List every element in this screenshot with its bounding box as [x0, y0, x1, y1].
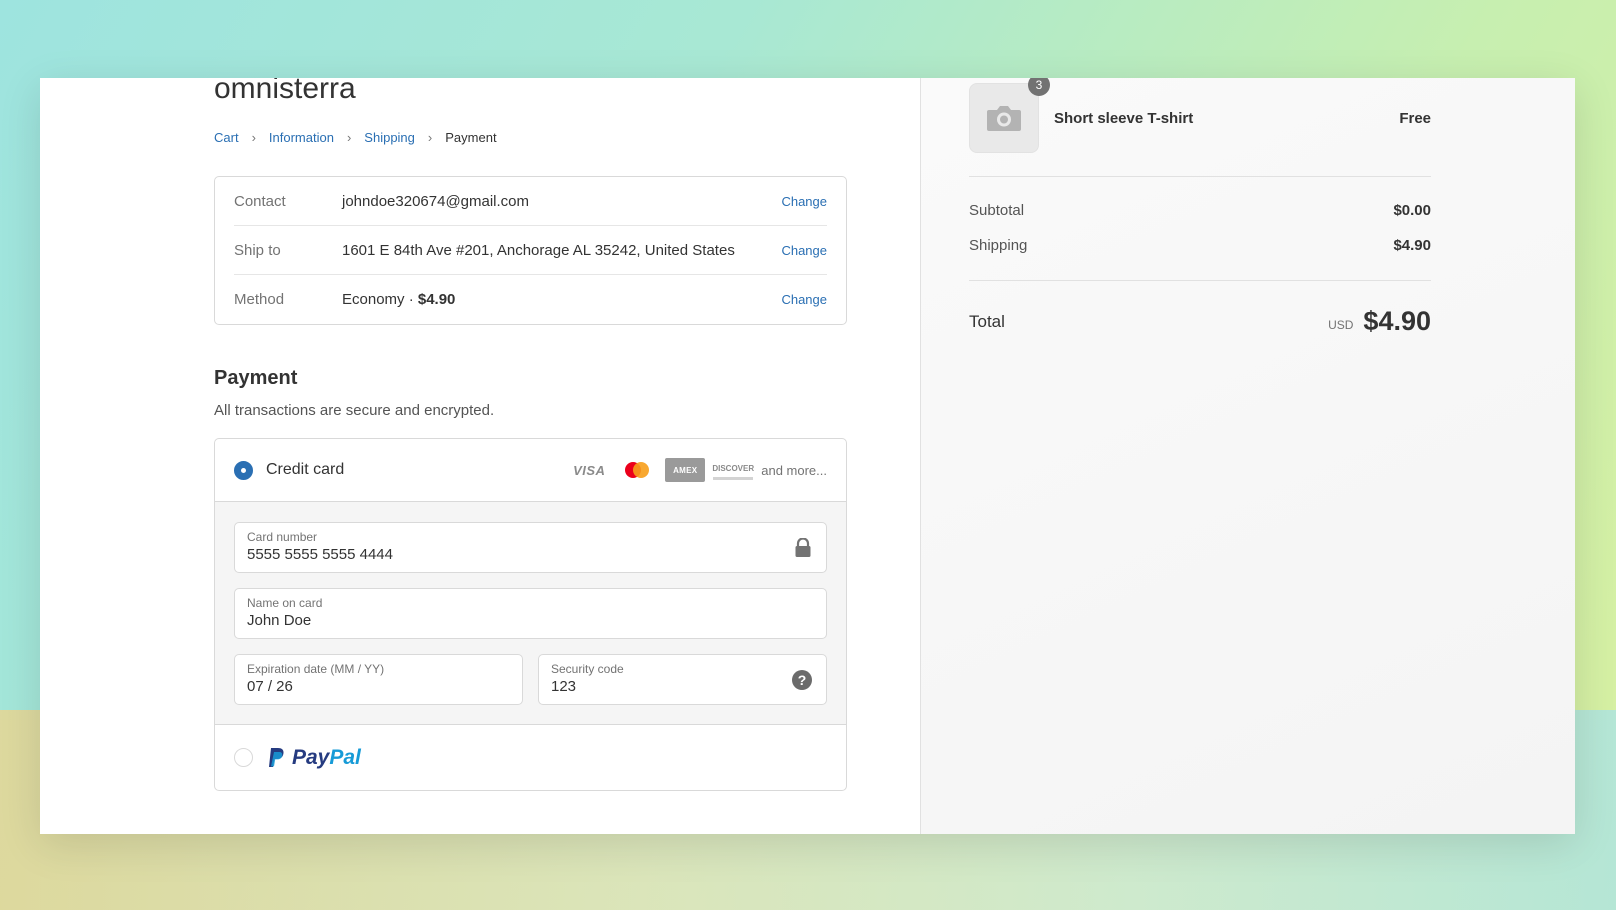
paypal-radio[interactable]	[234, 748, 253, 767]
change-contact-link[interactable]: Change	[781, 194, 827, 209]
card-number-field[interactable]: Card number 5555 5555 5555 4444	[234, 522, 827, 573]
svg-text:?: ?	[798, 672, 807, 688]
amex-icon: AMEX	[665, 458, 706, 482]
subtotal-value: $0.00	[1393, 202, 1431, 219]
payment-methods: Credit card VISA AMEX DISCOVER and more.…	[214, 438, 847, 791]
paypal-wordmark: PayPal	[292, 746, 361, 770]
subtotal-label: Subtotal	[969, 202, 1025, 219]
breadcrumb: Cart › Information › Shipping › Payment	[214, 130, 497, 145]
shipping-line: Shipping $4.90	[969, 237, 1431, 254]
product-price: Free	[1399, 109, 1431, 127]
total-currency: USD	[1328, 317, 1354, 332]
subtotal-line: Subtotal $0.00	[969, 202, 1431, 219]
quantity-badge: 3	[1028, 78, 1050, 96]
security-code-input[interactable]: 123	[551, 678, 788, 695]
mastercard-icon	[617, 458, 657, 482]
product-thumbnail: 3	[969, 78, 1050, 153]
product-name: Short sleeve T-shirt	[1054, 109, 1194, 127]
and-more-label: and more...	[761, 462, 827, 478]
review-row-contact: Contact johndoe320674@gmail.com Change	[234, 177, 827, 226]
summary-divider	[969, 280, 1431, 281]
card-number-label: Card number	[247, 530, 318, 544]
order-summary: 3 Short sleeve T-shirt Free Subtotal $0.…	[920, 78, 1575, 834]
review-value: Economy · $4.90	[342, 291, 781, 308]
expiry-security-row: Expiration date (MM / YY) 07 / 26 Securi…	[234, 654, 827, 705]
paypal-icon	[269, 747, 284, 767]
credit-card-option[interactable]: Credit card VISA AMEX DISCOVER and more.…	[215, 439, 846, 502]
review-label: Method	[234, 291, 285, 308]
lock-icon	[794, 537, 812, 563]
shipping-value: $4.90	[1393, 237, 1431, 254]
expiration-date-field[interactable]: Expiration date (MM / YY) 07 / 26	[234, 654, 523, 705]
checkout-window: omnisterra Cart › Information › Shipping…	[40, 78, 1575, 834]
chevron-right-icon: ›	[251, 130, 256, 145]
breadcrumb-cart[interactable]: Cart	[214, 130, 239, 145]
credit-card-radio[interactable]	[234, 460, 253, 480]
camera-icon	[987, 106, 1021, 131]
summary-divider	[969, 176, 1431, 177]
total-label: Total	[969, 311, 1005, 331]
payment-title: Payment	[214, 367, 298, 389]
review-row-ship-to: Ship to 1601 E 84th Ave #201, Anchorage …	[234, 226, 827, 275]
breadcrumb-payment: Payment	[445, 130, 497, 145]
breadcrumb-shipping[interactable]: Shipping	[364, 130, 415, 145]
breadcrumb-information[interactable]: Information	[269, 130, 334, 145]
paypal-logo: PayPal	[266, 746, 361, 770]
paypal-pal-text: Pal	[329, 745, 361, 769]
method-price: $4.90	[417, 291, 456, 308]
review-block: Contact johndoe320674@gmail.com Change S…	[214, 176, 847, 325]
review-label: Ship to	[234, 241, 281, 259]
credit-card-label[interactable]: Credit card	[266, 461, 561, 479]
total-line: Total USD $4.90	[969, 306, 1431, 337]
chevron-right-icon: ›	[427, 130, 433, 145]
summary-content: 3 Short sleeve T-shirt Free Subtotal $0.…	[969, 78, 1431, 834]
review-row-method: Method Economy · $4.90 Change	[234, 275, 827, 324]
card-number-input[interactable]: 5555 5555 5555 4444	[247, 546, 757, 563]
discover-icon: DISCOVER	[712, 460, 754, 480]
total-value: $4.90	[1363, 306, 1431, 336]
name-on-card-label: Name on card	[247, 596, 323, 610]
name-on-card-field[interactable]: Name on card John Doe	[234, 588, 827, 639]
security-code-label: Security code	[551, 662, 624, 676]
paypal-pay-text: Pay	[292, 745, 330, 769]
change-method-link[interactable]: Change	[781, 292, 827, 307]
visa-icon: VISA	[573, 462, 606, 478]
name-on-card-input[interactable]: John Doe	[247, 612, 757, 629]
chevron-right-icon: ›	[346, 130, 352, 145]
review-value: 1601 E 84th Ave #201, Anchorage AL 35242…	[342, 241, 735, 259]
line-item: 3 Short sleeve T-shirt Free	[969, 78, 1431, 154]
shipping-label: Shipping	[969, 237, 1028, 254]
review-label: Contact	[234, 192, 286, 210]
expiration-date-input[interactable]: 07 / 26	[247, 678, 484, 695]
review-value: johndoe320674@gmail.com	[342, 192, 530, 210]
security-code-field[interactable]: Security code 123 ?	[538, 654, 827, 705]
change-ship-to-link[interactable]: Change	[781, 243, 827, 258]
payment-subtitle: All transactions are secure and encrypte…	[214, 402, 495, 419]
checkout-main: omnisterra Cart › Information › Shipping…	[40, 78, 920, 834]
paypal-option[interactable]: PayPal	[215, 725, 846, 790]
method-name: Economy ·	[342, 291, 418, 308]
expiration-date-label: Expiration date (MM / YY)	[247, 662, 385, 676]
credit-card-fields: Card number 5555 5555 5555 4444 Name on …	[215, 502, 846, 725]
shop-name[interactable]: omnisterra	[214, 78, 356, 106]
help-icon[interactable]: ?	[792, 670, 812, 695]
